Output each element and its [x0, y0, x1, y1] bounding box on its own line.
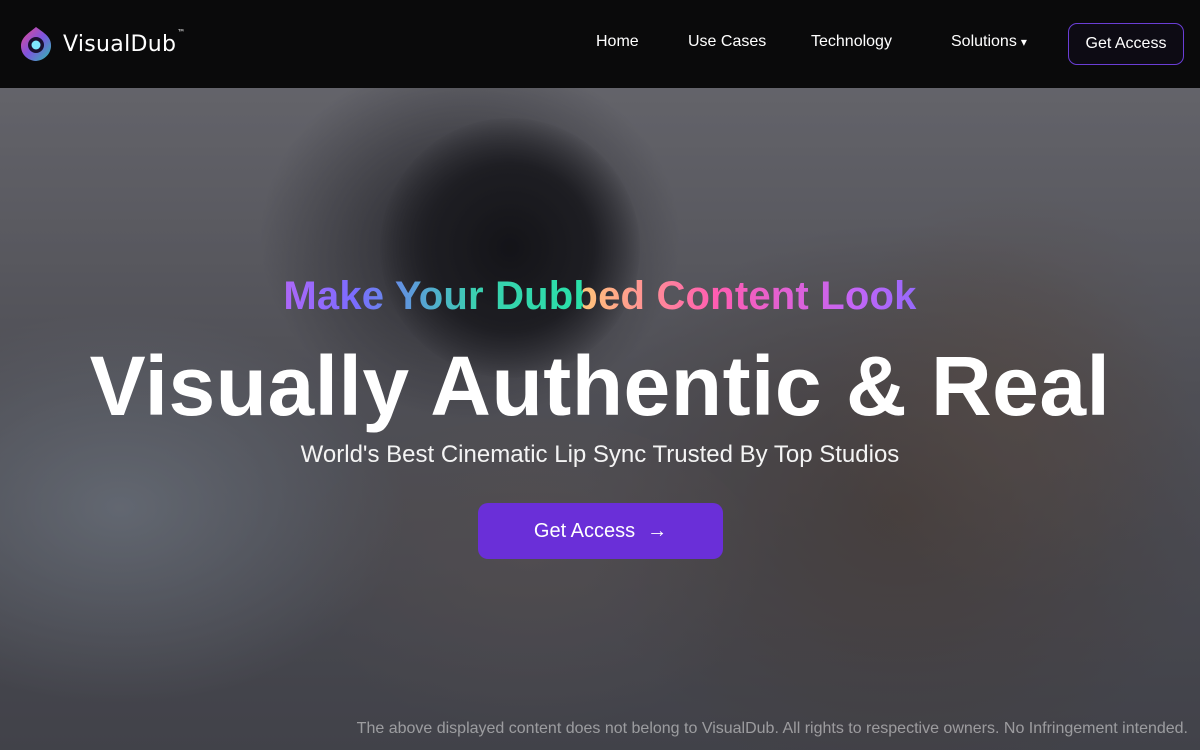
nav-solutions-label: Solutions: [951, 33, 1017, 50]
copyright-disclaimer: The above displayed content does not bel…: [356, 720, 1188, 737]
brand-name: VisualDub™: [63, 27, 186, 57]
top-navbar: VisualDub™ Home Use Cases Technology Sol…: [0, 0, 1200, 88]
nav-use-cases-link[interactable]: Use Cases: [688, 33, 766, 51]
hero-get-access-button[interactable]: Get Access →: [478, 503, 723, 559]
nav-get-access-button[interactable]: Get Access: [1068, 23, 1184, 65]
hero-headline: Visually Authentic & Real: [89, 339, 1111, 433]
hero-cta-label: Get Access: [533, 519, 636, 542]
nav-solutions-dropdown[interactable]: Solutions ▾: [951, 33, 1027, 51]
brand-logo[interactable]: VisualDub™: [18, 25, 186, 63]
arrow-right-icon: →: [647, 519, 668, 542]
hero-tagline: Make Your Dubbed Content Look: [283, 274, 917, 318]
chevron-down-icon: ▾: [1020, 35, 1027, 49]
hero-subline: World's Best Cinematic Lip Sync Trusted …: [300, 441, 900, 468]
visualdub-logo-icon: [21, 27, 52, 61]
nav-home-link[interactable]: Home: [596, 33, 639, 51]
nav-technology-link[interactable]: Technology: [811, 33, 892, 51]
